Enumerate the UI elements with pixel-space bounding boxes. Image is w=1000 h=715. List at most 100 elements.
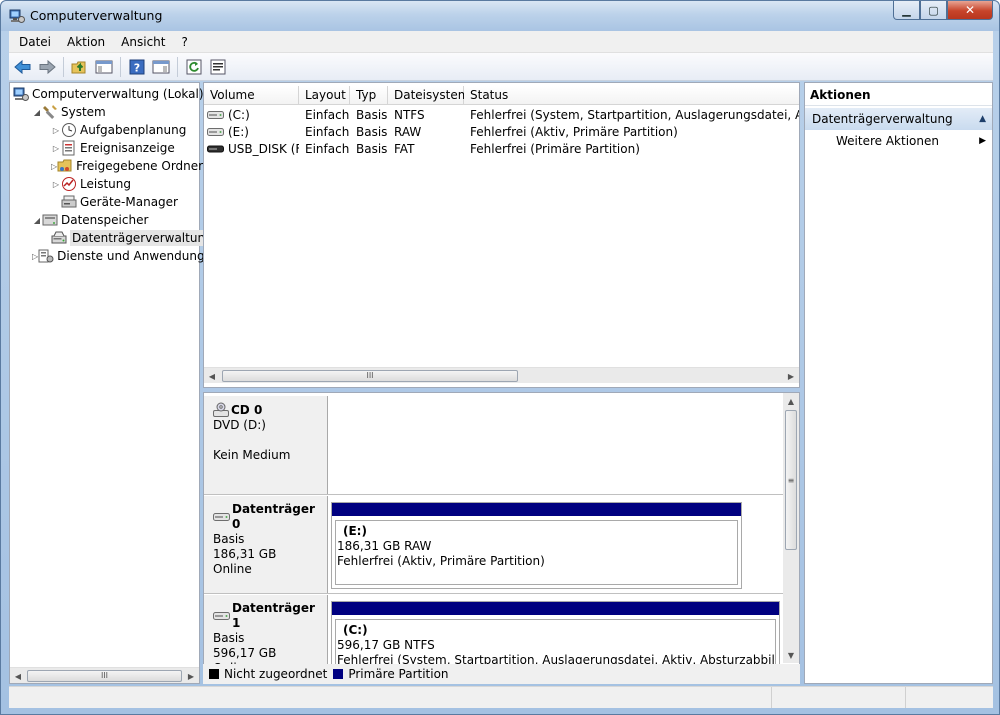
volume-cell-volume: (C:) — [204, 108, 299, 122]
maximize-button[interactable]: ▢ — [920, 1, 947, 20]
back-icon — [14, 59, 31, 74]
disk-line1: DVD (D:) — [213, 418, 266, 432]
tree-item-label: Datenträgerverwaltung — [70, 230, 215, 246]
tree-item-dienste-und-anwendungen[interactable]: ▷ Dienste und Anwendungen — [10, 247, 220, 265]
device-manager-icon — [61, 194, 77, 210]
volume-name: USB_DISK (F:) — [228, 141, 299, 156]
volume-cell-typ: Basis — [356, 124, 388, 139]
disk-name: Datenträger 1 — [213, 601, 327, 631]
tree-item-aufgabenplanung[interactable]: ▷ Aufgabenplanung — [10, 121, 199, 139]
partition-block[interactable]: (E:) 186,31 GB RAW Fehlerfrei (Aktiv, Prim… — [331, 502, 742, 589]
disk-info[interactable]: Datenträger 0 Basis 186,31 GB Online — [204, 496, 328, 593]
column-dateisystem[interactable]: Dateisystem — [388, 86, 469, 105]
volume-cell-layout: Einfach — [305, 141, 350, 156]
help-button[interactable]: ? — [126, 56, 148, 78]
menu-bar: Datei Aktion Ansicht ? — [9, 31, 993, 53]
console-tree: Computerverwaltung (Lokal) ◢ System ▷ Aufgab… — [10, 85, 220, 265]
toolbar-separator — [177, 56, 178, 77]
menu-aktion[interactable]: Aktion — [59, 35, 113, 49]
show-hide-action-pane-button[interactable] — [150, 56, 172, 78]
scroll-left-icon[interactable]: ◀ — [204, 368, 220, 384]
tree-horizontal-scrollbar[interactable]: ◀ III ▶ — [10, 667, 199, 683]
disk-line1: Basis — [213, 532, 245, 546]
actions-section-datentraegerverwaltung[interactable]: Datenträgerverwaltung ▲ — [805, 108, 992, 130]
toolbar-separator — [63, 56, 64, 77]
scroll-left-icon[interactable]: ◀ — [10, 668, 26, 684]
title-bar[interactable]: Computerverwaltung ▁ ▢ ✕ — [1, 1, 999, 31]
navigation-pane: Computerverwaltung (Lokal) ◢ System ▷ Aufgab… — [9, 82, 220, 684]
tree-item-label: Leistung — [80, 177, 131, 191]
volume-row[interactable]: (E:) Einfach Basis RAW Fehlerfrei (Aktiv, Pr… — [204, 123, 799, 140]
tree-item-freigegebene-ordner[interactable]: ▷ Freigegebene Ordner — [10, 157, 203, 175]
clock-icon — [61, 122, 77, 138]
menu-ansicht[interactable]: Ansicht — [113, 35, 173, 49]
tree-item-computerverwaltung-lokal[interactable]: Computerverwaltung (Lokal) — [10, 85, 204, 103]
disk-icon — [213, 611, 230, 621]
expand-arrow-icon[interactable]: ▷ — [51, 126, 61, 135]
forward-button[interactable] — [36, 56, 58, 78]
properties-icon — [210, 59, 226, 74]
show-hide-action-pane-icon — [152, 60, 170, 73]
expand-arrow-icon[interactable]: ▷ — [51, 144, 61, 153]
menu-datei[interactable]: Datei — [11, 35, 59, 49]
column-status[interactable]: Status — [464, 86, 799, 105]
primary-partition-bar — [332, 503, 741, 516]
tree-item-datenspeicher[interactable]: ◢ Datenspeicher — [10, 211, 199, 229]
disk-name-label: Datenträger 1 — [232, 601, 315, 630]
shared-folder-icon — [57, 158, 73, 174]
scroll-right-icon[interactable]: ▶ — [783, 368, 799, 384]
drive-icon — [207, 110, 224, 120]
close-button[interactable]: ✕ — [947, 1, 993, 20]
maximize-icon: ▢ — [928, 3, 939, 17]
legend-swatch-primary — [333, 669, 344, 679]
collapse-arrow-icon[interactable]: ◢ — [32, 108, 42, 117]
minimize-button[interactable]: ▁ — [893, 1, 920, 20]
computer-management-icon — [13, 86, 29, 102]
disk-icon — [213, 512, 230, 522]
volume-cell-fs: NTFS — [394, 107, 425, 122]
volume-cell-status: Fehlerfrei (Primäre Partition) — [470, 141, 640, 156]
volume-horizontal-scrollbar[interactable]: ◀ III ▶ — [204, 367, 799, 383]
scroll-down-icon[interactable]: ▼ — [783, 647, 799, 663]
volume-cell-volume: USB_DISK (F:) — [204, 142, 299, 156]
tree-item-system[interactable]: ◢ System — [10, 103, 199, 121]
svg-text:?: ? — [134, 61, 140, 74]
back-button[interactable] — [12, 56, 34, 78]
up-folder-button[interactable] — [69, 56, 91, 78]
column-layout[interactable]: Layout — [299, 86, 350, 105]
properties-button[interactable] — [207, 56, 229, 78]
volume-cell-fs: RAW — [394, 124, 422, 139]
scroll-up-icon[interactable]: ▲ — [783, 393, 799, 409]
scroll-thumb[interactable]: III — [222, 370, 518, 382]
collapse-arrow-icon[interactable]: ◢ — [32, 216, 42, 225]
tree-item-datentraegerverwaltung[interactable]: Datenträgerverwaltung — [10, 229, 215, 247]
services-icon — [38, 248, 54, 264]
disk-name: Datenträger 0 — [213, 502, 327, 532]
disk-line2 — [213, 433, 327, 448]
refresh-button[interactable] — [183, 56, 205, 78]
window-title: Computerverwaltung — [30, 8, 163, 23]
column-volume[interactable]: Volume — [204, 86, 299, 105]
tree-item-leistung[interactable]: ▷ Leistung — [10, 175, 199, 193]
volume-row[interactable]: USB_DISK (F:) Einfach Basis FAT Fehlerfrei (… — [204, 140, 799, 157]
expand-arrow-icon[interactable]: ▷ — [51, 180, 61, 189]
tree-item-geraete-manager[interactable]: Geräte-Manager — [10, 193, 199, 211]
volume-row[interactable]: (C:) Einfach Basis NTFS Fehlerfrei (System, … — [204, 106, 799, 123]
app-window: Computerverwaltung ▁ ▢ ✕ Datei Aktion An… — [0, 0, 1000, 715]
disk-vertical-scrollbar[interactable]: ▲ ≡ ▼ — [783, 393, 799, 663]
scroll-thumb[interactable]: III — [27, 670, 182, 682]
scroll-right-icon[interactable]: ▶ — [183, 668, 199, 684]
disk-info[interactable]: CD 0 DVD (D:) Kein Medium — [204, 396, 328, 494]
column-typ[interactable]: Typ — [350, 86, 388, 105]
action-weitere-aktionen[interactable]: Weitere Aktionen ▶ — [805, 130, 992, 152]
drive-icon — [207, 127, 224, 137]
toolbar-separator — [120, 56, 121, 77]
scroll-thumb[interactable]: ≡ — [785, 410, 797, 550]
tree-item-ereignisanzeige[interactable]: ▷ Ereignisanzeige — [10, 139, 199, 157]
show-hide-tree-button[interactable] — [93, 56, 115, 78]
disk-graphical-view: CD 0 DVD (D:) Kein Medium Datenträger 0 Basi… — [203, 392, 800, 684]
collapse-icon[interactable]: ▲ — [979, 108, 986, 130]
menu-help[interactable]: ? — [173, 35, 195, 49]
partition-label: (E:) — [343, 524, 367, 538]
partition-label: (C:) — [343, 623, 368, 637]
